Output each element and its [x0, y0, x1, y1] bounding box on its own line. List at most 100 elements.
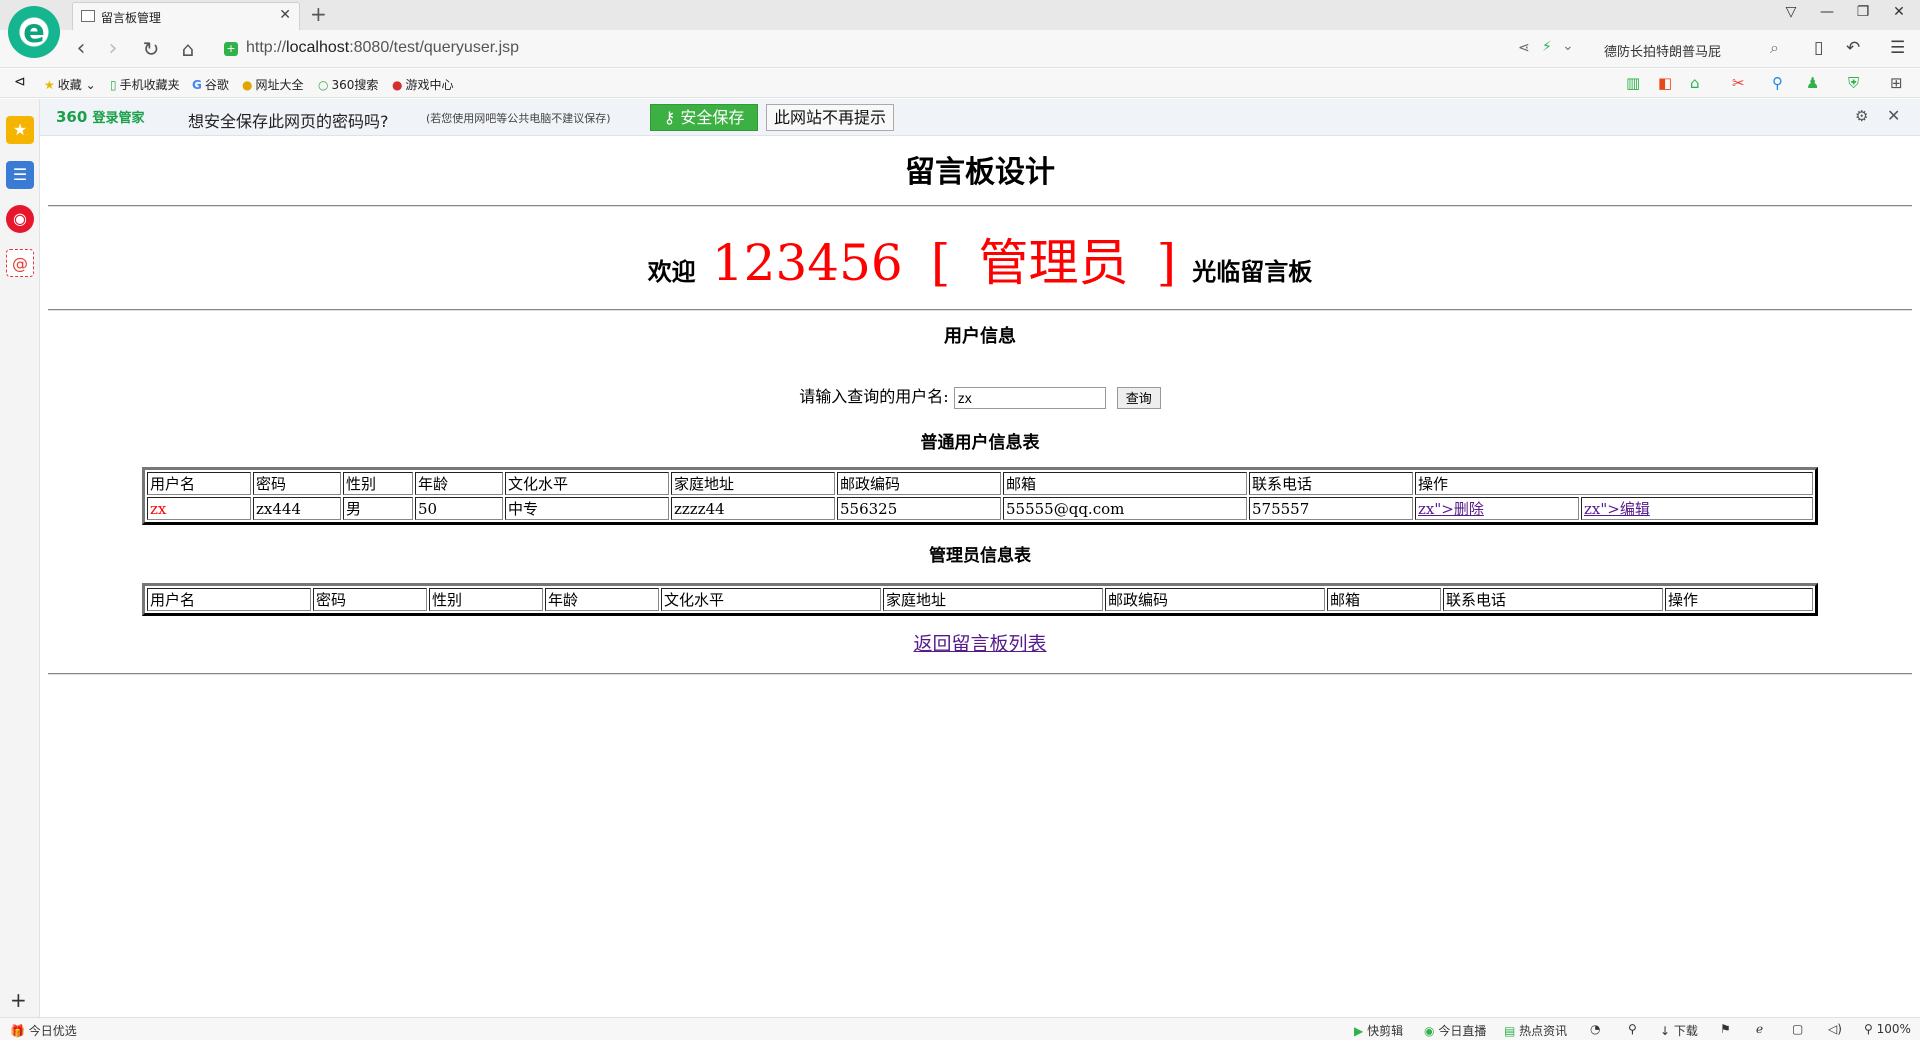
share-icon[interactable]: ⋖ [1518, 40, 1530, 56]
divider [48, 205, 1912, 207]
back-icon[interactable]: ‹ [68, 36, 94, 62]
normal-table-title: 普通用户信息表 [920, 433, 1040, 453]
gear-icon[interactable]: ⚙ [1855, 107, 1868, 125]
screenshot-icon[interactable]: ✂ [1732, 74, 1745, 92]
secure-shield-icon[interactable]: + [224, 42, 238, 56]
divider [48, 309, 1912, 311]
page-title: 留言板设计 [905, 155, 1055, 190]
reader-icon[interactable]: ▥ [1626, 74, 1640, 92]
browser-logo-icon[interactable]: e [8, 6, 60, 58]
bookmark-google[interactable]: G 谷歌 [192, 76, 229, 93]
status-quick-clip[interactable]: ▶ 快剪辑 [1354, 1022, 1403, 1039]
column-header: 密码 [253, 472, 341, 495]
bracket-close: ] [1156, 234, 1177, 292]
gamepad-icon[interactable]: ♟ [1806, 74, 1819, 92]
status-bar: 🎁 今日优选 ▶ 快剪辑 ◉ 今日直播 ▤ 热点资讯 ◔ ⚲ ↓ 下载 ⚑ ℯ … [0, 1017, 1920, 1040]
cell-password: zx444 [253, 497, 341, 520]
table-header-row: 用户名 密码 性别 年龄 文化水平 家庭地址 邮政编码 邮箱 联系电话 操作 [147, 588, 1813, 611]
query-button[interactable]: 查询 [1116, 386, 1161, 409]
sound-icon[interactable]: ◁) [1828, 1022, 1842, 1036]
safe-save-button[interactable]: ⚷ 安全保存 [650, 104, 758, 131]
window-close-icon[interactable]: ✕ [1884, 4, 1914, 20]
bookmark-games[interactable]: ● 游戏中心 [392, 76, 454, 93]
flag-icon[interactable]: ⚑ [1720, 1022, 1731, 1036]
tab-close-icon[interactable]: ✕ [279, 7, 291, 23]
bookmark-360-search[interactable]: ○ 360搜索 [318, 76, 378, 93]
sidebar-toggle-icon[interactable]: ⊲ [14, 74, 26, 90]
translate-icon[interactable]: ⌂ [1690, 74, 1700, 92]
back-link-container: 返回留言板列表 [40, 629, 1920, 656]
weibo-icon[interactable]: ◉ [6, 205, 34, 233]
new-tab-icon[interactable]: + [310, 2, 327, 26]
news-icon[interactable]: ☰ [6, 161, 34, 189]
query-form: 请输入查询的用户名: 查询 [40, 383, 1920, 409]
url-field[interactable]: http://localhost:8080/test/queryuser.jsp [246, 39, 519, 57]
minimize-icon[interactable]: — [1812, 4, 1842, 20]
username-query-input[interactable] [953, 386, 1106, 409]
browser-tab[interactable]: 留言板管理 ✕ [72, 2, 300, 30]
column-header: 操作 [1665, 588, 1813, 611]
undo-icon[interactable]: ↶ [1846, 38, 1860, 58]
bookmark-favorites[interactable]: ★ 收藏 ⌄ [44, 76, 96, 93]
back-to-list-link[interactable]: 返回留言板列表 [913, 633, 1046, 655]
maximize-icon[interactable]: ❐ [1848, 4, 1878, 20]
tab-bar: 留言板管理 ✕ + ▽ — ❐ ✕ [0, 0, 1920, 30]
section-title: 用户信息 [944, 326, 1016, 347]
column-header: 密码 [313, 588, 427, 611]
status-today-picks[interactable]: 🎁 今日优选 [10, 1022, 77, 1039]
refresh-icon[interactable]: ↻ [138, 36, 164, 62]
bookmark-mobile[interactable]: ▯ 手机收藏夹 [110, 76, 180, 93]
close-icon[interactable]: ✕ [1887, 106, 1900, 125]
column-header: 性别 [343, 472, 413, 495]
left-sidebar: ★ ☰ ◉ @ + [0, 99, 40, 1017]
speed-mode-icon[interactable]: ⚡ [1542, 39, 1552, 55]
gift-icon: 🎁 [10, 1024, 25, 1038]
cell-delete: zx">删除 [1415, 497, 1579, 520]
welcome-suffix: 光临留言板 [1192, 257, 1313, 286]
column-header: 用户名 [147, 472, 251, 495]
phone-icon[interactable]: ▯ [1814, 38, 1823, 58]
search-input[interactable]: 德防长拍特朗普马屁 [1592, 36, 1772, 62]
menu-icon[interactable]: ☰ [1890, 38, 1905, 58]
cell-username: zx [147, 497, 251, 520]
site-nav-icon: ● [242, 78, 253, 92]
status-hot-news[interactable]: ▤ 热点资讯 [1504, 1022, 1567, 1039]
speed-icon[interactable]: ◔ [1590, 1022, 1600, 1036]
status-download[interactable]: ↓ 下载 [1660, 1022, 1698, 1039]
apps-icon[interactable]: ◧ [1658, 74, 1672, 92]
column-header: 文化水平 [505, 472, 669, 495]
query-label: 请输入查询的用户名: [799, 387, 949, 406]
edit-link[interactable]: zx">编辑 [1584, 500, 1650, 518]
favorites-star-icon[interactable]: ★ [6, 116, 34, 144]
column-header: 用户名 [147, 588, 311, 611]
home-icon[interactable]: ⌂ [175, 36, 201, 62]
ie-mode-icon[interactable]: ℯ [1756, 1022, 1763, 1036]
search-icon[interactable]: ⌕ [1770, 38, 1779, 58]
bookmark-site-nav[interactable]: ● 网址大全 [242, 76, 304, 93]
address-bar: ‹ › ↻ ⌂ + http://localhost:8080/test/que… [0, 30, 1920, 68]
window-icon[interactable]: ▢ [1792, 1022, 1803, 1036]
column-header: 家庭地址 [883, 588, 1103, 611]
page-favicon-icon [81, 10, 95, 22]
page-content: 留言板设计 欢迎 123456 [ 管理员 ] 光临留言板 用户信息 请输入查询… [40, 137, 1920, 1017]
360-search-icon: ○ [318, 78, 329, 92]
table-row: zx zx444 男 50 中专 zzzz44 556325 55555@qq.… [147, 497, 1813, 520]
table-header-row: 用户名 密码 性别 年龄 文化水平 家庭地址 邮政编码 邮箱 联系电话 操作 [147, 472, 1813, 495]
extensions-icon[interactable]: ⊞ [1890, 74, 1903, 92]
find-icon[interactable]: ⚲ [1772, 74, 1783, 92]
mail-icon[interactable]: @ [6, 249, 34, 277]
skin-icon[interactable]: ▽ [1776, 4, 1806, 20]
never-prompt-button[interactable]: 此网站不再提示 [766, 104, 894, 131]
pin-icon[interactable]: ⚲ [1628, 1022, 1637, 1036]
zoom-level[interactable]: ⚲ 100% [1864, 1022, 1911, 1036]
password-save-bar: 360 登录管家 想安全保存此网页的密码吗? (若您使用网吧等公共电脑不建议保存… [40, 99, 1920, 136]
welcome-prefix: 欢迎 [647, 257, 696, 286]
add-icon[interactable]: + [10, 988, 27, 1012]
chevron-down-icon[interactable]: ⌄ [1562, 38, 1574, 54]
security-icon[interactable]: ⛨ [1848, 74, 1859, 92]
delete-link[interactable]: zx">删除 [1418, 500, 1484, 518]
forward-icon[interactable]: › [100, 36, 126, 62]
bracket-open: [ [930, 234, 951, 292]
status-live[interactable]: ◉ 今日直播 [1424, 1022, 1486, 1039]
cell-gender: 男 [343, 497, 413, 520]
